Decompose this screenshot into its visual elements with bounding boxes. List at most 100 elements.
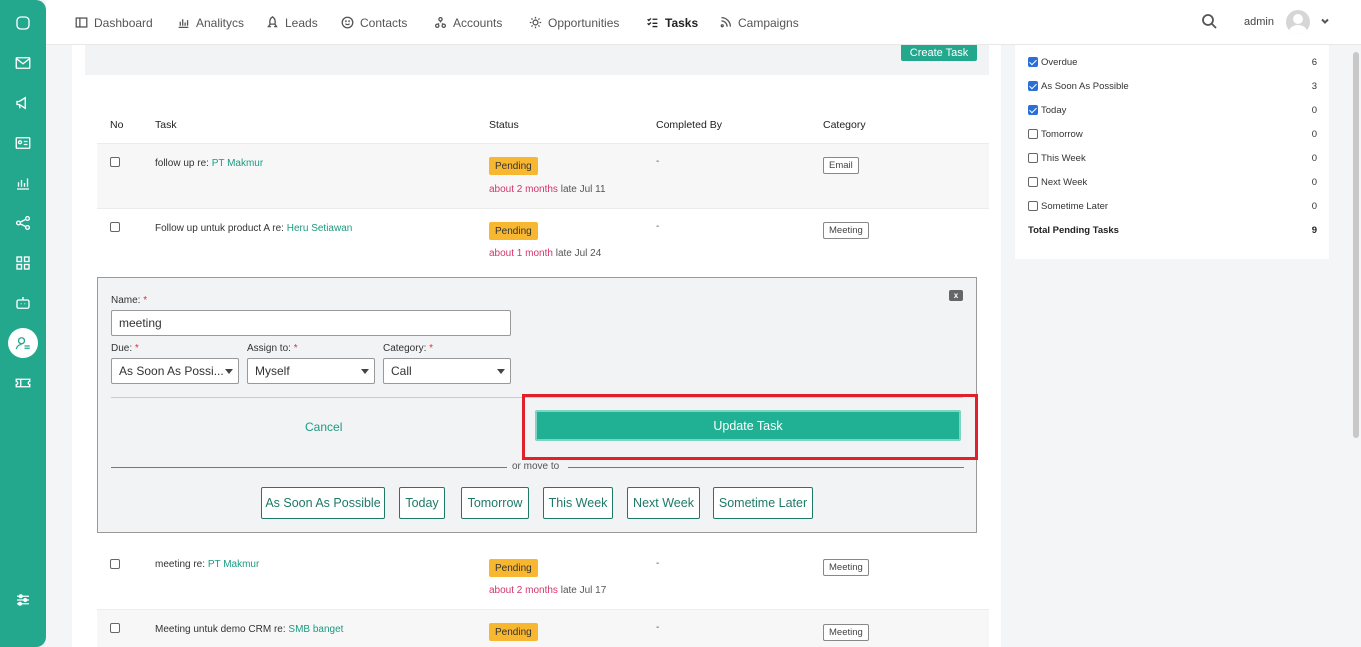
divider	[111, 467, 507, 468]
tasks-header-bar	[85, 45, 989, 75]
settings-sliders-icon[interactable]	[8, 585, 38, 615]
nav-label: Leads	[285, 15, 318, 30]
search-button[interactable]	[1201, 13, 1219, 31]
id-card-icon[interactable]	[8, 128, 38, 158]
row-checkbox[interactable]	[110, 623, 120, 633]
share-icon[interactable]	[8, 208, 38, 238]
column-header-no: No	[110, 119, 124, 131]
nav-leads[interactable]: Leads	[266, 0, 318, 45]
status-badge: Pending	[489, 222, 538, 240]
task-title[interactable]: Follow up untuk product A re: Heru Setia…	[155, 223, 352, 234]
rss-icon	[720, 16, 732, 28]
nav-label: Contacts	[360, 15, 408, 30]
analytics-icon	[178, 19, 189, 29]
task-related-link[interactable]: Heru Setiawan	[287, 223, 353, 234]
nav-label: Campaigns	[738, 15, 799, 30]
edit-task-form: x Name: * meeting Due: * As Soon As Poss…	[97, 277, 978, 533]
avatar[interactable]	[1286, 10, 1310, 34]
filter-checkbox-tomorrow[interactable]	[1028, 129, 1038, 139]
nav-opportunities[interactable]: Opportunities	[529, 0, 619, 45]
create-task-button[interactable]: Create Task	[901, 45, 977, 61]
filter-count: 0	[1311, 177, 1317, 188]
move-today-button[interactable]: Today	[399, 487, 445, 519]
user-tasks-icon[interactable]	[8, 328, 38, 358]
update-task-button[interactable]: Update Task	[535, 410, 961, 441]
chevron-down-icon[interactable]	[1320, 16, 1330, 26]
left-sidebar	[0, 0, 46, 647]
task-title[interactable]: follow up re: PT Makmur	[155, 158, 263, 169]
divider	[97, 208, 989, 209]
nav-analytics[interactable]: Analitycs	[177, 0, 244, 45]
dashboard-icon	[75, 17, 88, 28]
assign-label: Assign to: *	[247, 343, 298, 354]
task-related-link[interactable]: PT Makmur	[212, 158, 264, 169]
tasks-icon	[647, 17, 658, 28]
total-pending-label: Total Pending Tasks	[1028, 225, 1119, 236]
row-checkbox[interactable]	[110, 157, 120, 167]
filter-checkbox-next-week[interactable]	[1028, 177, 1038, 187]
move-tomorrow-button[interactable]: Tomorrow	[461, 487, 529, 519]
nav-tasks[interactable]: Tasks	[646, 0, 698, 45]
task-related-link[interactable]: PT Makmur	[208, 559, 260, 570]
task-title[interactable]: meeting re: PT Makmur	[155, 559, 259, 570]
ticket-icon[interactable]	[8, 368, 38, 398]
task-related-link[interactable]: SMB banget	[288, 624, 343, 635]
nav-label: Opportunities	[548, 15, 620, 30]
filter-count: 0	[1311, 201, 1317, 212]
filter-checkbox-this-week[interactable]	[1028, 153, 1038, 163]
filter-count: 0	[1311, 153, 1317, 164]
nav-campaigns[interactable]: Campaigns	[719, 0, 799, 45]
nav-label: Tasks	[665, 15, 699, 30]
assign-select[interactable]: Myself	[247, 358, 375, 384]
nav-contacts[interactable]: Contacts	[341, 0, 407, 45]
filter-label: Tomorrow	[1041, 129, 1083, 140]
category-select[interactable]: Call	[383, 358, 511, 384]
chevron-down-icon	[497, 369, 505, 374]
status-badge: Pending	[489, 559, 538, 577]
due-label: Due: *	[111, 343, 139, 354]
filter-checkbox-sometime-later[interactable]	[1028, 201, 1038, 211]
row-checkbox[interactable]	[110, 559, 120, 569]
rocket-icon	[267, 16, 278, 28]
filter-label: This Week	[1041, 153, 1086, 164]
completed-by: -	[656, 221, 660, 232]
filter-label: Sometime Later	[1041, 201, 1109, 212]
completed-by: -	[656, 558, 660, 569]
name-input[interactable]: meeting	[111, 310, 511, 336]
filter-count: 6	[1311, 57, 1317, 68]
task-title[interactable]: Meeting untuk demo CRM re: SMB banget	[155, 624, 343, 635]
close-form-button[interactable]: x	[949, 290, 963, 301]
filter-checkbox-today[interactable]	[1028, 105, 1038, 115]
move-asap-button[interactable]: As Soon As Possible	[261, 487, 385, 519]
category-badge: Email	[823, 157, 859, 174]
nav-accounts[interactable]: Accounts	[434, 0, 502, 45]
user-name[interactable]: admin	[1244, 16, 1274, 28]
move-sometime-later-button[interactable]: Sometime Later	[713, 487, 813, 519]
completed-by: -	[656, 156, 660, 167]
status-badge: Pending	[489, 157, 538, 175]
category-badge: Meeting	[823, 222, 869, 239]
chart-icon[interactable]	[8, 168, 38, 198]
name-label: Name: *	[111, 295, 148, 306]
filter-label: Next Week	[1041, 177, 1088, 188]
scrollbar[interactable]	[1353, 52, 1359, 438]
filter-checkbox-overdue[interactable]	[1028, 57, 1038, 67]
cancel-button[interactable]: Cancel	[305, 420, 342, 434]
column-header-status: Status	[489, 119, 519, 131]
grid-icon[interactable]	[8, 248, 38, 278]
chevron-down-icon	[225, 369, 233, 374]
chat-icon[interactable]	[8, 8, 38, 38]
column-header-completed-by: Completed By	[656, 119, 722, 131]
table-row	[97, 144, 989, 208]
megaphone-icon[interactable]	[8, 88, 38, 118]
accounts-icon	[434, 16, 447, 29]
filter-checkbox-asap[interactable]	[1028, 81, 1038, 91]
nav-dashboard[interactable]: Dashboard	[75, 0, 153, 45]
row-checkbox[interactable]	[110, 222, 120, 232]
category-badge: Meeting	[823, 559, 869, 576]
move-next-week-button[interactable]: Next Week	[627, 487, 700, 519]
mail-icon[interactable]	[8, 48, 38, 78]
robot-icon[interactable]	[8, 288, 38, 318]
move-this-week-button[interactable]: This Week	[543, 487, 613, 519]
due-select[interactable]: As Soon As Possi...	[111, 358, 239, 384]
